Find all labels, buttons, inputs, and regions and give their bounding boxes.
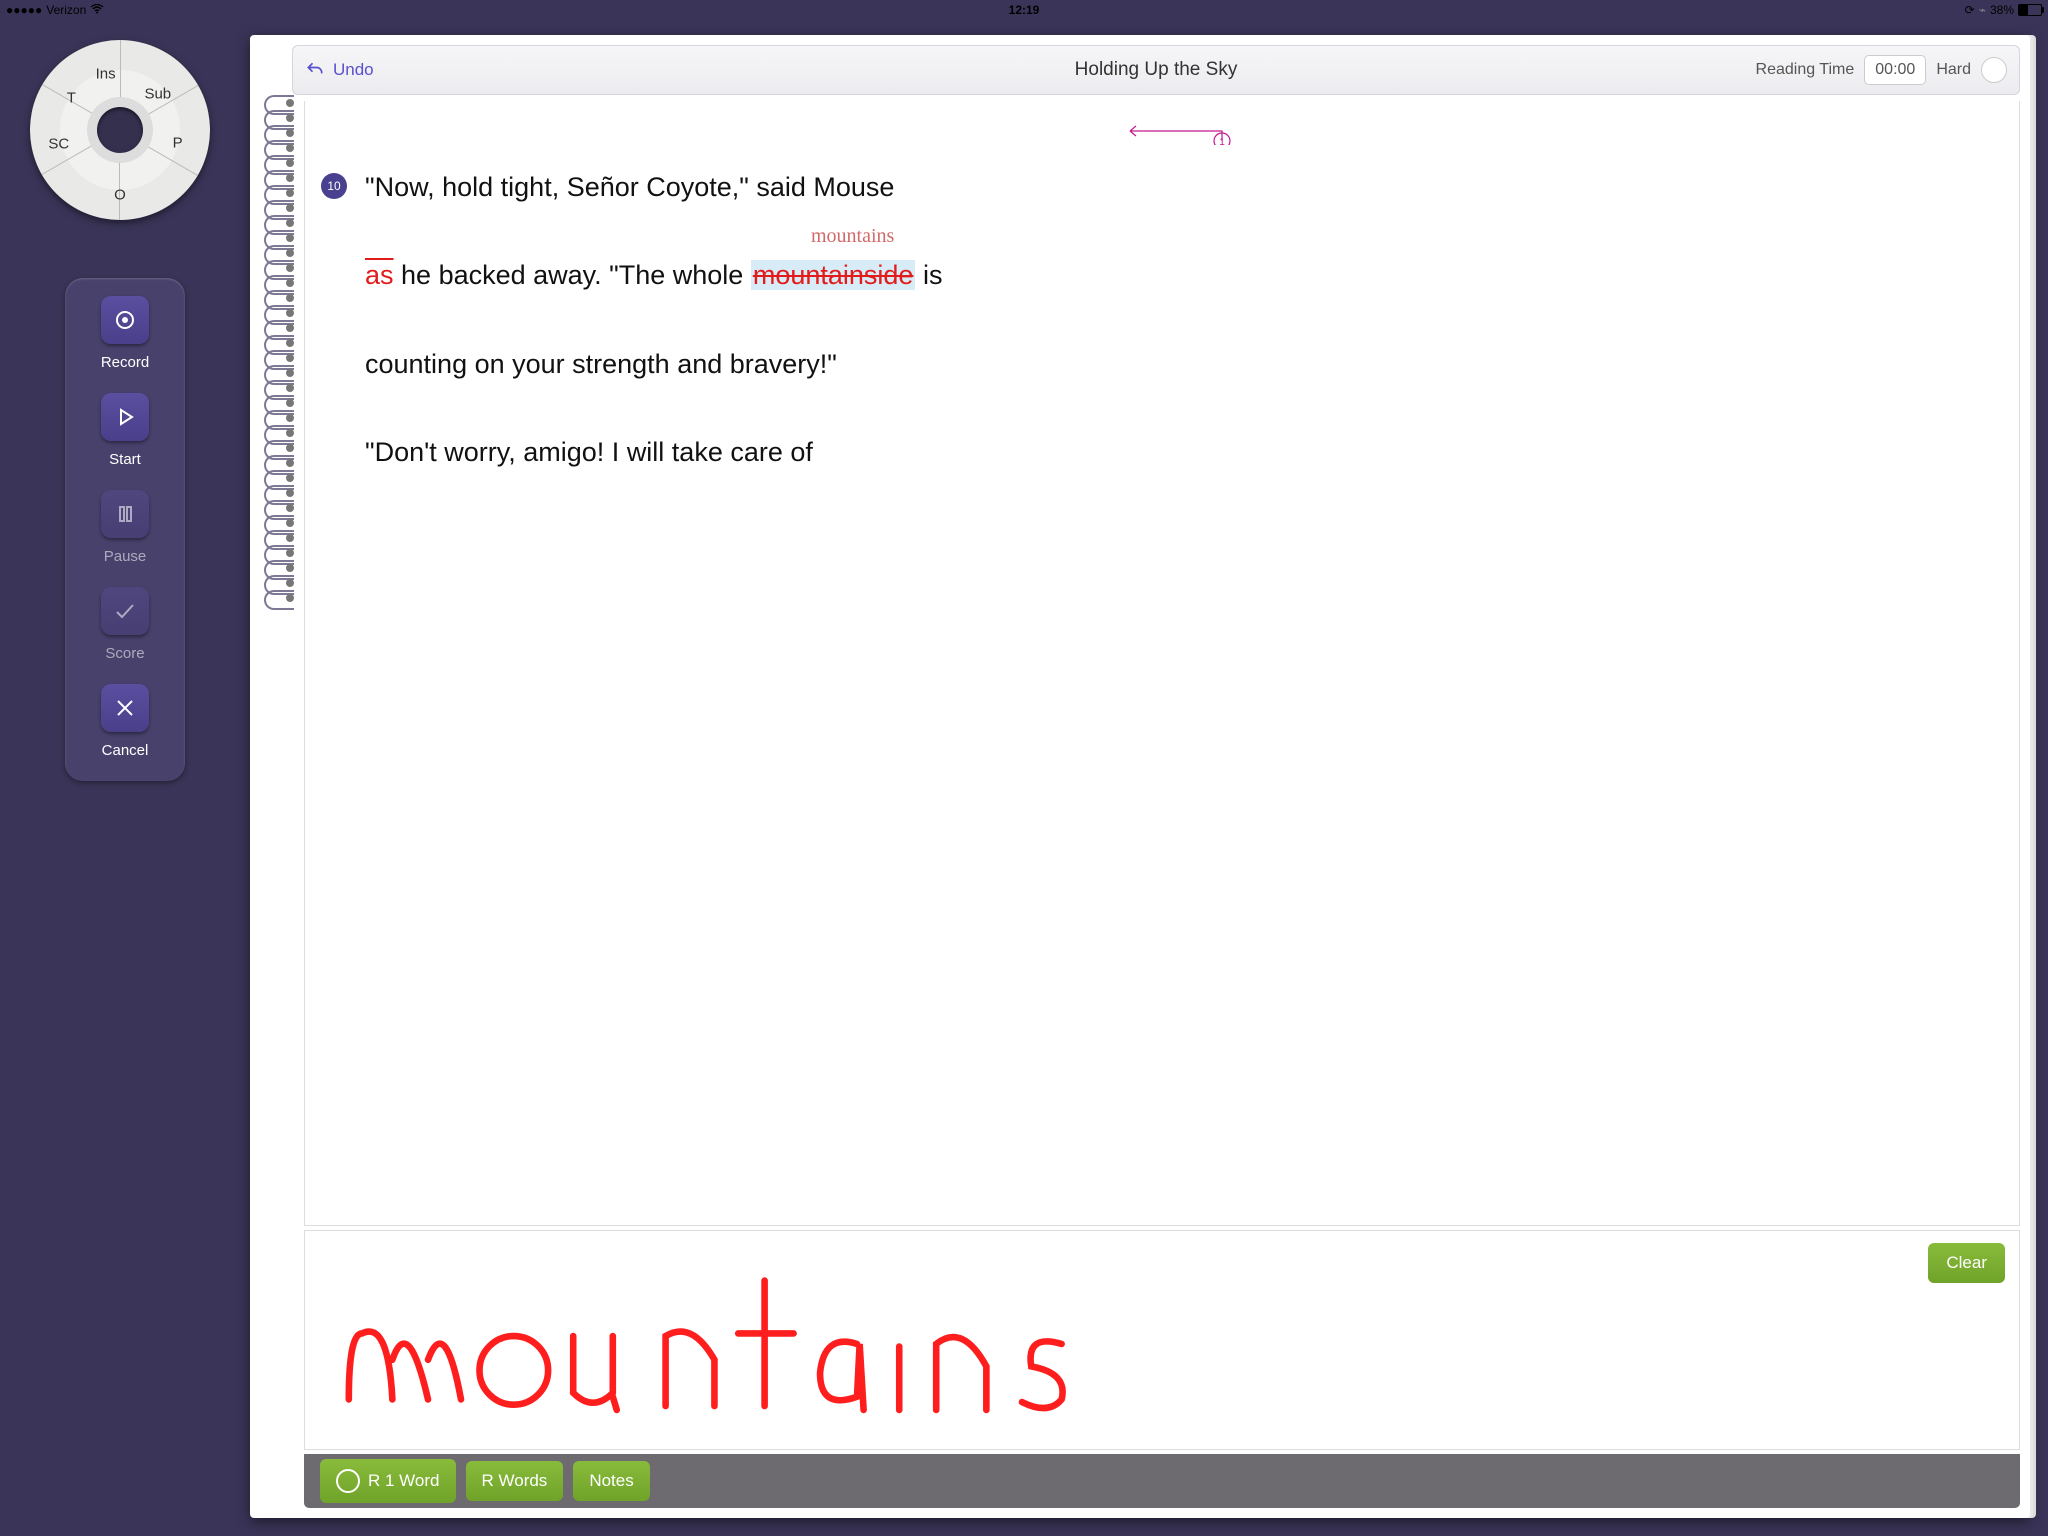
r-words-button[interactable]: R Words <box>466 1461 564 1501</box>
start-button[interactable]: Start <box>65 393 185 468</box>
pause-button[interactable]: Pause <box>65 490 185 565</box>
reading-time-label: Reading Time <box>1756 61 1855 79</box>
cancel-button[interactable]: Cancel <box>65 684 185 759</box>
rotation-lock-icon: ⟳ <box>1965 3 1975 17</box>
error-word-mountainside[interactable]: mountainside <box>751 260 916 290</box>
wheel-seg-p[interactable]: P <box>173 134 183 151</box>
cancel-label: Cancel <box>102 742 149 759</box>
bluetooth-icon: ⌁ <box>1979 3 1986 17</box>
timer-display: 00:00 <box>1864 55 1926 85</box>
svg-text:1: 1 <box>1219 137 1225 145</box>
battery-pct: 38% <box>1990 3 2014 17</box>
wheel-hub[interactable] <box>97 107 143 153</box>
notes-button[interactable]: Notes <box>573 1461 649 1501</box>
error-wheel: Ins Sub T P SC O <box>30 40 210 220</box>
wheel-seg-t[interactable]: T <box>67 89 76 106</box>
substitution-word[interactable]: mountains <box>811 223 894 250</box>
reading-page[interactable]: 1 10 "Now, hold tight, Señor Coyote," sa… <box>304 101 2020 1226</box>
signal-dots-icon: ●●●●● <box>6 3 42 17</box>
undo-label: Undo <box>333 60 374 80</box>
side-toolbar: Record Start Pause Score Cancel <box>65 278 185 781</box>
wheel-seg-sub[interactable]: Sub <box>144 86 171 103</box>
text-line-2b[interactable]: is <box>915 260 942 290</box>
score-button[interactable]: Score <box>65 587 185 662</box>
score-label: Score <box>105 645 144 662</box>
r-1-word-button[interactable]: R 1 Word <box>320 1459 456 1503</box>
page-toolbar: Undo Holding Up the Sky Reading Time 00:… <box>292 45 2020 95</box>
wheel-seg-o[interactable]: O <box>114 186 126 203</box>
handwriting-canvas[interactable] <box>329 1241 1909 1439</box>
clear-button[interactable]: Clear <box>1928 1243 2005 1283</box>
notebook: document.write(Array.from({length:34}).m… <box>250 35 2030 1518</box>
bottom-action-bar: R 1 Word R Words Notes <box>304 1454 2020 1508</box>
text-line-1[interactable]: "Now, hold tight, Señor Coyote," said Mo… <box>365 172 894 202</box>
wifi-icon <box>90 3 104 17</box>
wheel-seg-sc[interactable]: SC <box>48 136 69 153</box>
record-button[interactable]: Record <box>65 296 185 371</box>
spiral-binding: document.write(Array.from({length:34}).m… <box>264 99 300 1504</box>
text-line-3[interactable]: counting on your strength and bravery!" <box>365 349 837 379</box>
record-label: Record <box>101 354 149 371</box>
page-title: Holding Up the Sky <box>1075 59 1238 81</box>
error-word-as[interactable]: as <box>365 260 394 290</box>
return-marker: 1 <box>1122 115 1242 150</box>
line-number-badge: 10 <box>321 173 347 199</box>
circle-icon <box>336 1469 360 1493</box>
handwriting-pad[interactable]: Clear <box>304 1230 2020 1450</box>
undo-button[interactable]: Undo <box>305 60 374 80</box>
battery-icon <box>2018 4 2042 16</box>
carrier-label: Verizon <box>46 3 86 17</box>
wheel-seg-ins[interactable]: Ins <box>96 66 116 83</box>
r1-label: R 1 Word <box>368 1471 440 1491</box>
hard-label: Hard <box>1936 61 1971 79</box>
text-line-4[interactable]: "Don't worry, amigo! I will take care of <box>365 437 813 467</box>
text-line-2a[interactable]: he backed away. "The whole <box>394 260 751 290</box>
pause-label: Pause <box>104 548 147 565</box>
clock: 12:19 <box>1009 3 1040 17</box>
start-label: Start <box>109 451 141 468</box>
status-bar: ●●●●● Verizon 12:19 ⟳ ⌁ 38% <box>0 0 2048 20</box>
hard-toggle[interactable] <box>1981 57 2007 83</box>
